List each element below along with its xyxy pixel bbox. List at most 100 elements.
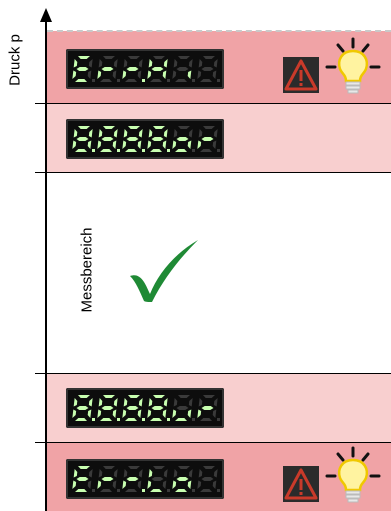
segment-g: [176, 477, 189, 481]
segment-e: [172, 70, 177, 79]
segment-f: [98, 469, 103, 478]
segment-d: [150, 489, 162, 492]
segment-f: [98, 59, 103, 68]
segment-a: [128, 56, 140, 59]
segment-f: [73, 398, 78, 407]
segment-d: [75, 149, 87, 152]
segment-d: [200, 149, 212, 152]
segment-e: [122, 140, 127, 149]
axis-label: Druck p: [0, 20, 30, 100]
segment-d: [125, 489, 137, 492]
segment-b: [113, 398, 118, 407]
segment-b: [163, 129, 168, 138]
segment-e: [122, 480, 127, 489]
segment-c: [137, 140, 142, 149]
segment-g: [101, 137, 114, 141]
segment-c: [212, 140, 217, 149]
segment-c: [162, 140, 167, 149]
segment-f: [98, 129, 103, 138]
display-over-range: [66, 119, 224, 159]
segment-c: [87, 480, 92, 489]
segment-b: [163, 469, 168, 478]
segment-a: [78, 466, 90, 469]
segment-b: [188, 398, 193, 407]
segment-d: [100, 489, 112, 492]
segment-g: [126, 137, 139, 141]
segment-dp: [167, 418, 170, 421]
segment-g: [151, 137, 164, 141]
segment-d: [150, 418, 162, 421]
segment-b: [113, 59, 118, 68]
segment-b: [213, 398, 218, 407]
segment-dp: [142, 489, 145, 492]
segment-dp: [192, 79, 195, 82]
segment-g: [126, 477, 139, 481]
segment-a: [178, 126, 190, 129]
segment-g: [101, 67, 114, 71]
segment-e: [122, 409, 127, 418]
segment-a: [178, 395, 190, 398]
segment-c: [212, 70, 217, 79]
segment-a: [178, 466, 190, 469]
segment-c: [187, 409, 192, 418]
segment-a: [203, 126, 215, 129]
segment-a: [103, 466, 115, 469]
light-bulb-icon: [323, 37, 383, 97]
segment-g: [151, 477, 164, 481]
segment-dp: [167, 79, 170, 82]
segment-e: [172, 480, 177, 489]
segment-f: [73, 59, 78, 68]
segment-e: [147, 70, 152, 79]
segment-f: [198, 59, 203, 68]
segment-c: [212, 480, 217, 489]
display-under-range: [66, 388, 224, 428]
segment-dp: [117, 489, 120, 492]
segment-a: [153, 395, 165, 398]
segment-f: [198, 469, 203, 478]
segment-f: [173, 129, 178, 138]
segment-e: [122, 70, 127, 79]
segment-d: [100, 79, 112, 82]
display-error-low: [66, 459, 224, 499]
segment-d: [150, 149, 162, 152]
segment-b: [188, 129, 193, 138]
warning-triangle-icon: [283, 57, 319, 93]
segment-c: [87, 409, 92, 418]
segment-b: [88, 398, 93, 407]
segment-d: [175, 418, 187, 421]
segment-dp: [142, 149, 145, 152]
segment-d: [150, 79, 162, 82]
segment-d: [175, 489, 187, 492]
segment-e: [147, 140, 152, 149]
segment-dp: [117, 79, 120, 82]
segment-f: [148, 398, 153, 407]
segment-dp: [142, 418, 145, 421]
segment-a: [103, 56, 115, 59]
segment-a: [203, 395, 215, 398]
segment-b: [163, 59, 168, 68]
segment-f: [198, 398, 203, 407]
segment-dp: [217, 149, 220, 152]
segment-e: [72, 140, 77, 149]
segment-g: [176, 406, 189, 410]
segment-d: [75, 418, 87, 421]
segment-b: [213, 129, 218, 138]
segment-a: [203, 466, 215, 469]
segment-dp: [92, 489, 95, 492]
seven-segment-display: [72, 466, 220, 492]
pressure-axis: [45, 18, 47, 511]
segment-g: [201, 67, 214, 71]
segment-f: [98, 398, 103, 407]
segment-c: [87, 70, 92, 79]
segment-b: [113, 469, 118, 478]
segment-f: [173, 59, 178, 68]
axis-arrow-icon: [40, 8, 52, 22]
segment-b: [113, 129, 118, 138]
segment-e: [197, 480, 202, 489]
segment-a: [128, 395, 140, 398]
segment-dp: [167, 149, 170, 152]
segment-d: [200, 79, 212, 82]
segment-f: [123, 129, 128, 138]
segment-e: [197, 70, 202, 79]
segment-a: [78, 126, 90, 129]
